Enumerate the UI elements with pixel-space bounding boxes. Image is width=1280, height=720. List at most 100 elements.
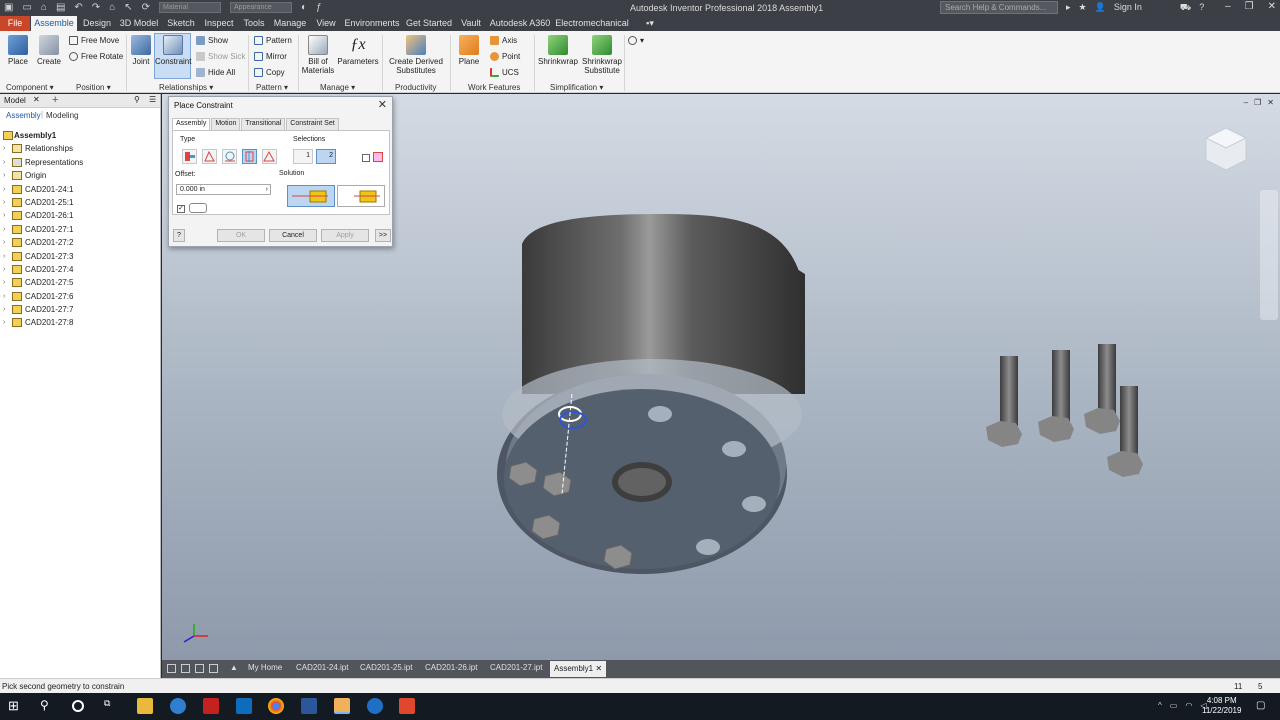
redo-icon[interactable]: ↷ (92, 2, 100, 13)
bill-of-materials-button[interactable]: Bill of Materials (300, 35, 336, 75)
app-menu-icon[interactable]: ▣ (4, 2, 13, 13)
symmetry-constraint-button[interactable] (262, 149, 277, 164)
viewcube[interactable] (1202, 124, 1250, 172)
browser-tab-modeling[interactable]: Modeling (46, 111, 78, 120)
tree-item-representations[interactable]: › Representations (0, 157, 160, 170)
edge-icon[interactable] (170, 698, 186, 714)
free-rotate-button[interactable]: Free Rotate (69, 52, 123, 61)
wifi-icon[interactable]: ◠ (1185, 701, 1192, 710)
mirror-button[interactable]: Mirror (254, 52, 287, 61)
offset-field[interactable]: 0.000 in › (176, 184, 271, 195)
ok-button[interactable]: OK (217, 229, 265, 242)
tab-electromechanical[interactable]: Electromechanical (555, 16, 629, 31)
tab-get-started[interactable]: Get Started (404, 16, 454, 31)
tree-root[interactable]: Assembly1 (0, 130, 160, 143)
doc-tab-assembly1[interactable]: Assembly1 ✕ (550, 661, 607, 677)
tab-constraint-set[interactable]: Constraint Set (286, 118, 339, 130)
viewport-restore-icon[interactable]: ❐ (1254, 98, 1261, 107)
cancel-button[interactable]: Cancel (269, 229, 317, 242)
loose-bolts[interactable] (986, 344, 1143, 477)
add-browser-icon[interactable]: + (52, 94, 58, 106)
system-clock[interactable]: 4:08 PM 11/22/2019 (1202, 696, 1241, 716)
help-icon[interactable]: ? (1199, 2, 1204, 14)
adjust-icon[interactable]: ◐ (301, 2, 307, 13)
tab-vault[interactable]: Vault (457, 16, 485, 31)
close-icon[interactable]: ✕ (1268, 1, 1276, 12)
select-icon[interactable]: ↖ (124, 2, 132, 13)
constraint-button[interactable]: Constraint (155, 35, 191, 66)
tab-file[interactable]: File (0, 16, 30, 31)
fx-icon[interactable]: ƒ (316, 2, 322, 13)
ucs-button[interactable]: UCS (490, 68, 519, 77)
tree-item-part[interactable]: › CAD201-27:7 (0, 304, 160, 317)
panel-pattern[interactable]: Pattern ▾ (256, 83, 288, 92)
split-icon[interactable] (209, 664, 218, 673)
home-icon[interactable]: ⌂ (109, 2, 115, 13)
expand-icon[interactable]: › (3, 253, 5, 260)
expand-icon[interactable]: › (3, 239, 5, 246)
apply-button[interactable]: Apply (321, 229, 369, 242)
tree-item-relationships[interactable]: › Relationships (0, 143, 160, 156)
tab-list-icon[interactable]: ▲ (230, 663, 238, 672)
point-button[interactable]: Point (490, 52, 520, 61)
expand-icon[interactable]: › (3, 279, 5, 286)
update-icon[interactable]: ⟳ (142, 2, 150, 13)
browser-close-icon[interactable]: ✕ (33, 95, 40, 104)
doc-tab-part[interactable]: CAD201-24.ipt (296, 663, 348, 672)
create-derived-substitutes-button[interactable]: Create Derived Substitutes (386, 35, 446, 75)
doc-tab-part[interactable]: CAD201-27.ipt (490, 663, 542, 672)
shrinkwrap-button[interactable]: Shrinkwrap (537, 35, 579, 66)
navigation-bar[interactable] (1260, 190, 1278, 320)
expand-icon[interactable]: › (3, 172, 5, 179)
selection-2-button[interactable]: 2 (316, 149, 336, 164)
ie-icon[interactable] (367, 698, 383, 714)
solution-opposed-button[interactable] (287, 185, 335, 207)
tab-manage[interactable]: Manage (271, 16, 309, 31)
ribbon-options-icon[interactable]: ▪▾ (640, 16, 660, 31)
more-button[interactable]: >> (375, 229, 391, 242)
tree-item-part[interactable]: › CAD201-25:1 (0, 197, 160, 210)
free-move-button[interactable]: Free Move (69, 36, 119, 45)
insert-constraint-button[interactable] (242, 149, 257, 164)
word-icon[interactable] (301, 698, 317, 714)
dialog-close-icon[interactable]: ✕ (378, 98, 387, 111)
expand-icon[interactable]: › (3, 145, 5, 152)
tree-item-part[interactable]: › CAD201-24:1 (0, 184, 160, 197)
tree-item-part[interactable]: › CAD201-26:1 (0, 210, 160, 223)
search-icon[interactable]: ⚲ (134, 95, 140, 104)
tab-a360[interactable]: Autodesk A360 (488, 16, 552, 31)
create-button[interactable]: Create (35, 35, 63, 66)
tree-item-part[interactable]: › CAD201-27:1 (0, 224, 160, 237)
offset-arrow-icon[interactable]: › (266, 185, 268, 194)
tab-motion[interactable]: Motion (211, 118, 241, 130)
appearance-combo[interactable]: Appearance (230, 2, 293, 13)
save-icon[interactable]: ▤ (56, 2, 65, 13)
tab-assembly[interactable]: Assembly (172, 118, 211, 130)
tab-design[interactable]: Design (80, 16, 114, 31)
panel-relationships[interactable]: Relationships ▾ (159, 83, 213, 92)
inventor-icon[interactable] (334, 698, 350, 714)
cascade-icon[interactable] (181, 664, 190, 673)
open-icon[interactable]: ⌂ (41, 2, 47, 13)
chrome-icon[interactable] (268, 698, 284, 714)
panel-manage[interactable]: Manage ▾ (320, 83, 355, 92)
panel-component[interactable]: Component ▾ (6, 83, 54, 92)
arrange-icon[interactable] (195, 664, 204, 673)
tree-item-part[interactable]: › CAD201-27:2 (0, 237, 160, 250)
network-icon[interactable]: ▭ (1170, 701, 1178, 710)
mate-constraint-button[interactable] (182, 149, 197, 164)
tile-icon[interactable] (167, 664, 176, 673)
material-combo[interactable]: Material (159, 2, 222, 13)
outlook-icon[interactable] (236, 698, 252, 714)
expand-icon[interactable]: › (3, 293, 5, 300)
new-icon[interactable]: ▭ (22, 2, 31, 13)
copy-button[interactable]: Copy (254, 68, 285, 77)
tab-tools[interactable]: Tools (240, 16, 268, 31)
expand-icon[interactable]: › (3, 266, 5, 273)
place-button[interactable]: Place (4, 35, 32, 66)
doc-tab-my-home[interactable]: My Home (248, 663, 282, 672)
tab-environments[interactable]: Environments (343, 16, 401, 31)
tree-item-part[interactable]: › CAD201-27:8 (0, 317, 160, 330)
joint-button[interactable]: Joint (128, 35, 154, 66)
expand-icon[interactable]: › (3, 199, 5, 206)
